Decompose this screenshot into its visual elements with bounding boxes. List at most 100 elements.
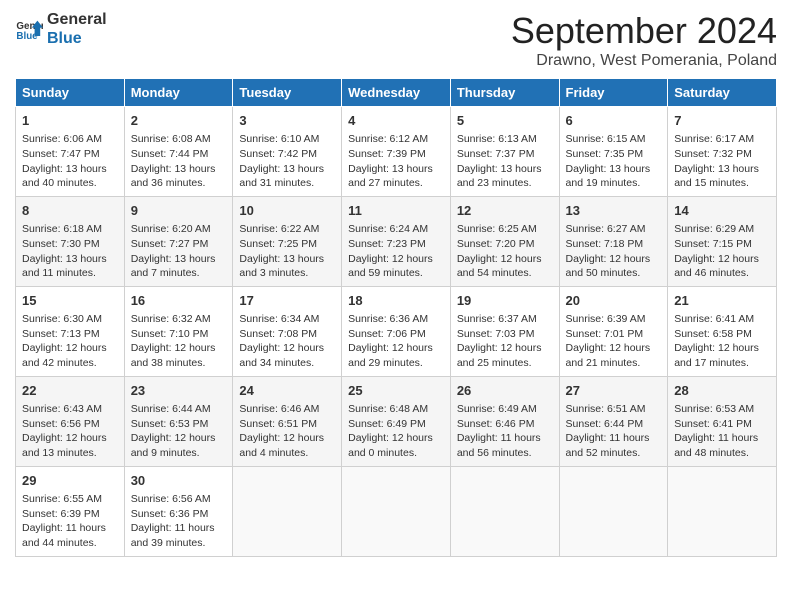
- calendar-cell: 24 Sunrise: 6:46 AM Sunset: 6:51 PM Dayli…: [233, 376, 342, 466]
- calendar-week-row: 1 Sunrise: 6:06 AM Sunset: 7:47 PM Daylig…: [16, 107, 777, 197]
- calendar-cell: 6 Sunrise: 6:15 AM Sunset: 7:35 PM Daylig…: [559, 107, 668, 197]
- calendar-cell: 12Sunrise: 6:25 AM Sunset: 7:20 PM Dayli…: [450, 196, 559, 286]
- day-info: Sunrise: 6:24 AM Sunset: 7:23 PM Dayligh…: [348, 222, 444, 281]
- calendar-body: 1 Sunrise: 6:06 AM Sunset: 7:47 PM Daylig…: [16, 107, 777, 557]
- day-number: 28: [674, 382, 770, 400]
- logo: General Blue General Blue: [15, 10, 107, 48]
- day-info: Sunrise: 6:36 AM Sunset: 7:06 PM Dayligh…: [348, 312, 444, 371]
- calendar-cell: 2Sunrise: 6:08 AM Sunset: 7:44 PM Daylig…: [124, 107, 233, 197]
- day-number: 25: [348, 382, 444, 400]
- day-info: Sunrise: 6:32 AM Sunset: 7:10 PM Dayligh…: [131, 312, 227, 371]
- calendar-title: September 2024: [511, 10, 777, 52]
- day-number: 8: [22, 202, 118, 220]
- calendar-cell: 20 Sunrise: 6:39 AM Sunset: 7:01 PM Dayli…: [559, 286, 668, 376]
- calendar-cell: 9 Sunrise: 6:20 AM Sunset: 7:27 PM Daylig…: [124, 196, 233, 286]
- weekday-header-saturday: Saturday: [668, 79, 777, 107]
- day-number: 15: [22, 292, 118, 310]
- day-info: Sunrise: 6:22 AM Sunset: 7:25 PM Dayligh…: [239, 222, 335, 281]
- day-number: 6: [566, 112, 662, 130]
- day-info: Sunrise: 6:48 AM Sunset: 6:49 PM Dayligh…: [348, 402, 444, 461]
- day-number: 29: [22, 472, 118, 490]
- calendar-cell: 17 Sunrise: 6:34 AM Sunset: 7:08 PM Dayli…: [233, 286, 342, 376]
- calendar-cell: 29 Sunrise: 6:55 AM Sunset: 6:39 PM Dayli…: [16, 466, 125, 556]
- calendar-cell: [668, 466, 777, 556]
- calendar-cell: [450, 466, 559, 556]
- day-number: 16: [131, 292, 227, 310]
- day-number: 24: [239, 382, 335, 400]
- day-info: Sunrise: 6:12 AM Sunset: 7:39 PM Dayligh…: [348, 132, 444, 191]
- calendar-cell: 28 Sunrise: 6:53 AM Sunset: 6:41 PM Dayli…: [668, 376, 777, 466]
- calendar-cell: [342, 466, 451, 556]
- weekday-header-wednesday: Wednesday: [342, 79, 451, 107]
- day-info: Sunrise: 6:55 AM Sunset: 6:39 PM Dayligh…: [22, 492, 118, 551]
- day-number: 10: [239, 202, 335, 220]
- calendar-subtitle: Drawno, West Pomerania, Poland: [511, 52, 777, 70]
- day-number: 23: [131, 382, 227, 400]
- day-number: 13: [566, 202, 662, 220]
- calendar-cell: 25 Sunrise: 6:48 AM Sunset: 6:49 PM Dayli…: [342, 376, 451, 466]
- weekday-header-monday: Monday: [124, 79, 233, 107]
- calendar-cell: 10 Sunrise: 6:22 AM Sunset: 7:25 PM Dayli…: [233, 196, 342, 286]
- day-number: 21: [674, 292, 770, 310]
- day-info: Sunrise: 6:37 AM Sunset: 7:03 PM Dayligh…: [457, 312, 553, 371]
- day-info: Sunrise: 6:10 AM Sunset: 7:42 PM Dayligh…: [239, 132, 335, 191]
- day-info: Sunrise: 6:13 AM Sunset: 7:37 PM Dayligh…: [457, 132, 553, 191]
- day-info: Sunrise: 6:18 AM Sunset: 7:30 PM Dayligh…: [22, 222, 118, 281]
- day-info: Sunrise: 6:30 AM Sunset: 7:13 PM Dayligh…: [22, 312, 118, 371]
- logo-line2: Blue: [47, 29, 107, 48]
- weekday-header-friday: Friday: [559, 79, 668, 107]
- day-number: 20: [566, 292, 662, 310]
- day-number: 18: [348, 292, 444, 310]
- day-number: 4: [348, 112, 444, 130]
- calendar-cell: 8 Sunrise: 6:18 AM Sunset: 7:30 PM Daylig…: [16, 196, 125, 286]
- day-number: 19: [457, 292, 553, 310]
- day-number: 27: [566, 382, 662, 400]
- calendar-cell: 3Sunrise: 6:10 AM Sunset: 7:42 PM Daylig…: [233, 107, 342, 197]
- day-info: Sunrise: 6:27 AM Sunset: 7:18 PM Dayligh…: [566, 222, 662, 281]
- day-info: Sunrise: 6:34 AM Sunset: 7:08 PM Dayligh…: [239, 312, 335, 371]
- day-info: Sunrise: 6:44 AM Sunset: 6:53 PM Dayligh…: [131, 402, 227, 461]
- day-number: 22: [22, 382, 118, 400]
- calendar-cell: 4 Sunrise: 6:12 AM Sunset: 7:39 PM Daylig…: [342, 107, 451, 197]
- calendar-cell: [233, 466, 342, 556]
- day-info: Sunrise: 6:41 AM Sunset: 6:58 PM Dayligh…: [674, 312, 770, 371]
- calendar-week-row: 29 Sunrise: 6:55 AM Sunset: 6:39 PM Dayli…: [16, 466, 777, 556]
- day-number: 1: [22, 112, 118, 130]
- weekday-header-sunday: Sunday: [16, 79, 125, 107]
- day-number: 7: [674, 112, 770, 130]
- weekday-header-row: SundayMondayTuesdayWednesdayThursdayFrid…: [16, 79, 777, 107]
- day-info: Sunrise: 6:51 AM Sunset: 6:44 PM Dayligh…: [566, 402, 662, 461]
- calendar-cell: 18 Sunrise: 6:36 AM Sunset: 7:06 PM Dayli…: [342, 286, 451, 376]
- day-info: Sunrise: 6:39 AM Sunset: 7:01 PM Dayligh…: [566, 312, 662, 371]
- day-info: Sunrise: 6:53 AM Sunset: 6:41 PM Dayligh…: [674, 402, 770, 461]
- calendar-cell: 19 Sunrise: 6:37 AM Sunset: 7:03 PM Dayli…: [450, 286, 559, 376]
- calendar-cell: 1 Sunrise: 6:06 AM Sunset: 7:47 PM Daylig…: [16, 107, 125, 197]
- day-number: 2: [131, 112, 227, 130]
- day-number: 30: [131, 472, 227, 490]
- logo-icon: General Blue: [15, 15, 43, 43]
- day-number: 11: [348, 202, 444, 220]
- day-info: Sunrise: 6:15 AM Sunset: 7:35 PM Dayligh…: [566, 132, 662, 191]
- day-info: Sunrise: 6:25 AM Sunset: 7:20 PM Dayligh…: [457, 222, 553, 281]
- calendar-cell: 26Sunrise: 6:49 AM Sunset: 6:46 PM Dayli…: [450, 376, 559, 466]
- day-number: 9: [131, 202, 227, 220]
- calendar-week-row: 8 Sunrise: 6:18 AM Sunset: 7:30 PM Daylig…: [16, 196, 777, 286]
- day-number: 17: [239, 292, 335, 310]
- day-info: Sunrise: 6:06 AM Sunset: 7:47 PM Dayligh…: [22, 132, 118, 191]
- calendar-week-row: 22Sunrise: 6:43 AM Sunset: 6:56 PM Dayli…: [16, 376, 777, 466]
- calendar-cell: 23 Sunrise: 6:44 AM Sunset: 6:53 PM Dayli…: [124, 376, 233, 466]
- calendar-cell: 5Sunrise: 6:13 AM Sunset: 7:37 PM Daylig…: [450, 107, 559, 197]
- calendar-cell: 16 Sunrise: 6:32 AM Sunset: 7:10 PM Dayli…: [124, 286, 233, 376]
- day-info: Sunrise: 6:20 AM Sunset: 7:27 PM Dayligh…: [131, 222, 227, 281]
- calendar-week-row: 15 Sunrise: 6:30 AM Sunset: 7:13 PM Dayli…: [16, 286, 777, 376]
- calendar-cell: [559, 466, 668, 556]
- title-area: September 2024 Drawno, West Pomerania, P…: [511, 10, 777, 70]
- logo-line1: General: [47, 10, 107, 29]
- calendar-cell: 27 Sunrise: 6:51 AM Sunset: 6:44 PM Dayli…: [559, 376, 668, 466]
- calendar-cell: 14Sunrise: 6:29 AM Sunset: 7:15 PM Dayli…: [668, 196, 777, 286]
- day-info: Sunrise: 6:46 AM Sunset: 6:51 PM Dayligh…: [239, 402, 335, 461]
- day-info: Sunrise: 6:17 AM Sunset: 7:32 PM Dayligh…: [674, 132, 770, 191]
- calendar-table: SundayMondayTuesdayWednesdayThursdayFrid…: [15, 78, 777, 557]
- calendar-cell: 13 Sunrise: 6:27 AM Sunset: 7:18 PM Dayli…: [559, 196, 668, 286]
- weekday-header-tuesday: Tuesday: [233, 79, 342, 107]
